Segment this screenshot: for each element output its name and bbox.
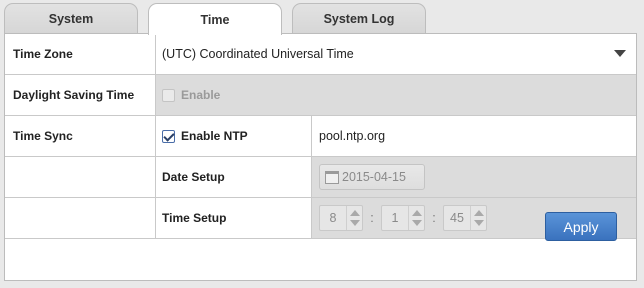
date-value: 2015-04-15 [342,170,406,184]
time-setup-label: Time Setup [162,211,227,225]
time-separator: : [370,211,374,225]
daylight-saving-label: Daylight Saving Time [5,75,156,115]
arrow-up-icon[interactable] [412,210,422,216]
chevron-down-icon [614,50,626,57]
arrow-up-icon[interactable] [350,210,360,216]
tab-system-log[interactable]: System Log [292,3,426,34]
tab-system[interactable]: System [4,3,138,34]
time-setup-empty-cell [5,198,156,238]
time-zone-select[interactable]: (UTC) Coordinated Universal Time [156,34,636,74]
apply-button[interactable]: Apply [545,212,617,241]
ntp-server-input[interactable]: pool.ntp.org [312,116,636,156]
minute-stepper[interactable]: 1 [381,205,425,231]
date-picker[interactable]: 2015-04-15 [319,164,425,190]
enable-ntp-checkbox[interactable] [162,129,175,143]
minute-stepper-buttons[interactable] [408,206,424,230]
arrow-down-icon[interactable] [474,220,484,226]
enable-ntp-label: Enable NTP [181,129,248,143]
tab-time[interactable]: Time [148,3,282,35]
arrow-down-icon[interactable] [350,220,360,226]
row-time-sync: Time Sync Enable NTP pool.ntp.org [5,116,636,157]
second-value: 45 [450,211,464,225]
time-zone-label: Time Zone [5,34,156,74]
row-time-zone: Time Zone (UTC) Coordinated Universal Ti… [5,34,636,75]
calendar-icon [325,170,339,184]
daylight-saving-checkbox[interactable] [162,88,175,102]
time-zone-value: (UTC) Coordinated Universal Time [162,47,354,61]
date-setup-cell: Date Setup [156,157,312,197]
date-setup-value-cell: 2015-04-15 [312,157,636,197]
time-separator: : [432,211,436,225]
time-settings-panel: Time Zone (UTC) Coordinated Universal Ti… [4,33,637,281]
second-stepper[interactable]: 45 [443,205,487,231]
time-sync-label: Time Sync [5,116,156,156]
hour-stepper[interactable]: 8 [319,205,363,231]
arrow-up-icon[interactable] [474,210,484,216]
time-setup-cell: Time Setup [156,198,312,238]
tab-time-label: Time [200,12,230,27]
row-time-setup: Time Setup 8 : 1 : 45 [5,198,636,239]
tab-system-log-label: System Log [323,12,395,26]
row-daylight-saving: Daylight Saving Time Enable [5,75,636,116]
hour-stepper-buttons[interactable] [346,206,362,230]
minute-value: 1 [391,211,399,225]
date-setup-label: Date Setup [162,170,225,184]
hour-value: 8 [329,211,337,225]
enable-ntp-cell: Enable NTP [156,116,312,156]
daylight-saving-enable-label: Enable [181,88,221,102]
tab-system-label: System [48,12,94,26]
arrow-down-icon[interactable] [412,220,422,226]
date-setup-empty-cell [5,157,156,197]
daylight-saving-cell: Enable [156,75,636,115]
row-date-setup: Date Setup 2015-04-15 [5,157,636,198]
second-stepper-buttons[interactable] [470,206,486,230]
